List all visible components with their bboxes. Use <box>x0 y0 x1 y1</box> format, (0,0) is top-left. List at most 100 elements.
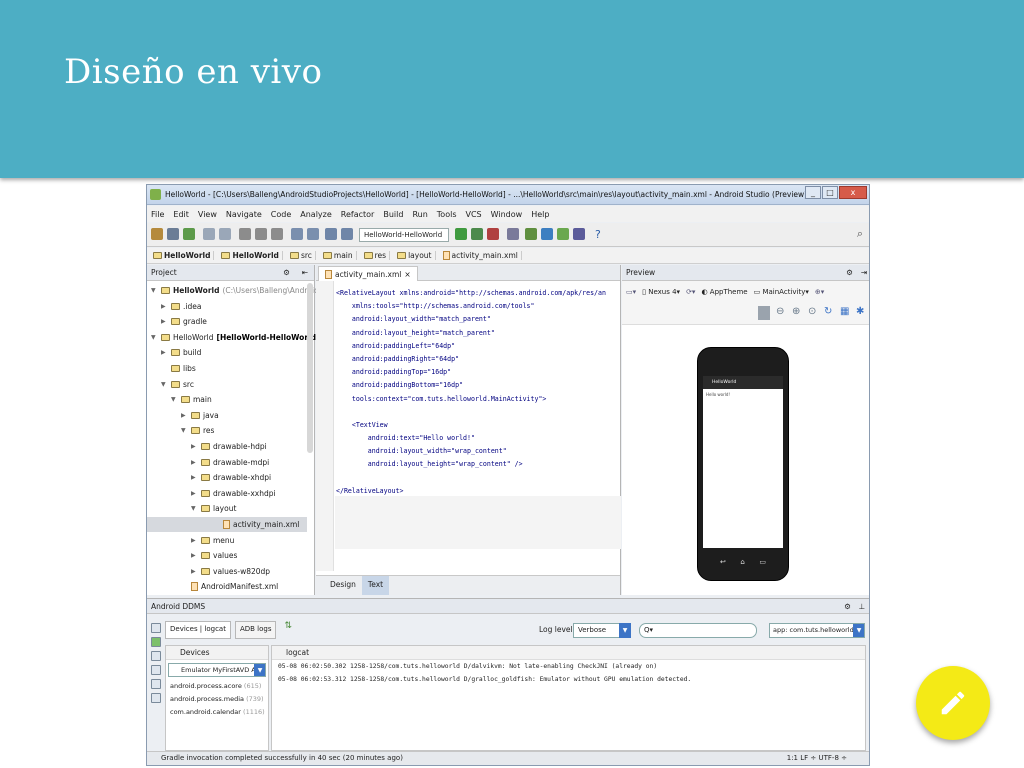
gradle-sync-icon[interactable] <box>573 228 585 240</box>
help-icon[interactable]: ? <box>595 228 601 241</box>
undo-icon[interactable] <box>203 228 215 240</box>
tree-item[interactable]: ▼ layout <box>191 501 236 516</box>
code-line[interactable]: tools:context="com.tuts.helloworld.MainA… <box>336 393 606 406</box>
tree-item[interactable]: ▶ drawable-xxhdpi <box>191 486 276 501</box>
code-line[interactable]: android:layout_width="wrap_content" <box>336 445 606 458</box>
restore-layout-icon[interactable]: ⇅ <box>280 621 292 639</box>
gear-icon[interactable]: ⚙ <box>846 265 853 280</box>
tree-item[interactable]: ▶ build <box>161 345 201 360</box>
settings-icon[interactable] <box>151 679 161 689</box>
cut-icon[interactable] <box>239 228 251 240</box>
tree-item[interactable]: ▶ menu <box>191 533 234 548</box>
expand-arrow-icon[interactable]: ▶ <box>191 486 198 501</box>
locale-icon[interactable]: ⊕▾ <box>815 288 824 296</box>
tab-devices-logcat[interactable]: Devices | logcat <box>165 621 231 639</box>
stop-icon[interactable] <box>487 228 499 240</box>
back-icon[interactable] <box>325 228 337 240</box>
project-scrollbar[interactable] <box>307 283 313 453</box>
breadcrumb-item[interactable]: res <box>361 251 391 260</box>
expand-arrow-icon[interactable]: ▶ <box>191 455 198 470</box>
menu-build[interactable]: Build <box>383 210 403 219</box>
settings-icon[interactable]: ✱ <box>856 306 864 317</box>
screenshot-icon[interactable]: ▦ <box>840 306 849 317</box>
menu-vcs[interactable]: VCS <box>466 210 482 219</box>
structure-icon[interactable] <box>507 228 519 240</box>
menu-help[interactable]: Help <box>531 210 549 219</box>
process-item[interactable]: android.process.media (739) <box>166 693 268 706</box>
file-encoding[interactable]: UTF-8 ÷ <box>819 754 848 762</box>
menu-navigate[interactable]: Navigate <box>226 210 262 219</box>
menu-analyze[interactable]: Analyze <box>300 210 332 219</box>
code-line[interactable]: </RelativeLayout> <box>336 485 606 498</box>
hide-icon[interactable]: ⇤ <box>302 265 308 280</box>
expand-arrow-icon[interactable]: ▶ <box>181 408 188 423</box>
process-item[interactable]: com.android.calendar (1116) <box>166 706 268 719</box>
tab-design[interactable]: Design <box>324 576 362 595</box>
code-line[interactable]: android:layout_height="match_parent" <box>336 327 606 340</box>
zoom-fit-icon[interactable] <box>758 306 770 320</box>
activity-select[interactable]: ▭ MainActivity▾ <box>754 288 809 296</box>
tree-item[interactable]: ▼ HelloWorld [HelloWorld-HelloWorld] <box>151 330 319 345</box>
gear-icon[interactable]: ⚙ <box>283 265 290 280</box>
code-line[interactable]: xmlns:tools="http://schemas.android.com/… <box>336 300 606 313</box>
menu-refactor[interactable]: Refactor <box>341 210 375 219</box>
avd-manager-icon[interactable] <box>541 228 553 240</box>
menu-file[interactable]: File <box>151 210 164 219</box>
breadcrumb-item[interactable]: layout <box>394 251 436 260</box>
hide-icon[interactable]: ⇥ <box>861 265 867 280</box>
tree-item[interactable]: ▼ res <box>181 423 214 438</box>
expand-arrow-icon[interactable]: ▶ <box>161 345 168 360</box>
tree-item[interactable]: ▶ values <box>191 548 237 563</box>
save-icon[interactable] <box>167 228 179 240</box>
theme-select[interactable]: ◐ AppTheme <box>701 288 747 296</box>
replace-icon[interactable] <box>307 228 319 240</box>
expand-arrow-icon[interactable]: ▶ <box>191 548 198 563</box>
breadcrumb-item[interactable]: src <box>287 251 316 260</box>
config-icon[interactable]: ▭▾ <box>626 288 636 296</box>
line-separator[interactable]: LF ÷ <box>800 754 816 762</box>
expand-arrow-icon[interactable]: ▼ <box>151 283 158 298</box>
breadcrumb-item[interactable]: HelloWorld <box>150 251 215 260</box>
hello-textview[interactable]: Hello world! <box>703 389 783 400</box>
gear-icon[interactable]: ⚙ <box>844 599 851 614</box>
open-icon[interactable] <box>151 228 163 240</box>
device-select[interactable]: Emulator MyFirstAVD A ▼ <box>168 663 266 677</box>
tree-item[interactable]: ▶ .idea <box>161 299 201 314</box>
run-icon[interactable] <box>455 228 467 240</box>
help-icon[interactable] <box>151 693 161 703</box>
search-everywhere-icon[interactable]: ⌕ <box>857 227 863 241</box>
zoom-in-icon[interactable]: ⊕ <box>792 306 800 317</box>
log-level-select[interactable]: Verbose ▼ <box>573 623 631 638</box>
code-text[interactable]: <RelativeLayout xmlns:android="http://sc… <box>336 287 606 498</box>
menu-code[interactable]: Code <box>271 210 291 219</box>
expand-arrow-icon[interactable]: ▶ <box>161 299 168 314</box>
tree-item[interactable]: AndroidManifest.xml <box>181 579 278 594</box>
tab-text[interactable]: Text <box>361 576 390 595</box>
android-icon[interactable] <box>151 637 161 647</box>
breadcrumb-item[interactable]: main <box>320 251 357 260</box>
hide-icon[interactable]: ⊥ <box>858 599 865 614</box>
tree-item[interactable]: ▶ values-w820dp <box>191 564 270 579</box>
code-line[interactable]: android:paddingBottom="16dp" <box>336 379 606 392</box>
menu-tools[interactable]: Tools <box>437 210 457 219</box>
run-configuration-select[interactable]: HelloWorld-HelloWorld <box>359 228 449 242</box>
expand-arrow-icon[interactable]: ▼ <box>181 423 188 438</box>
menu-window[interactable]: Window <box>491 210 523 219</box>
close-tab-icon[interactable]: × <box>404 268 410 281</box>
edit-fab-button[interactable] <box>916 666 990 740</box>
expand-arrow-icon[interactable]: ▶ <box>191 470 198 485</box>
zoom-actual-icon[interactable]: ⊙ <box>808 306 816 317</box>
android-monitor-icon[interactable] <box>557 228 569 240</box>
expand-arrow-icon[interactable]: ▶ <box>191 439 198 454</box>
project-panel-header[interactable]: Project ⚙ ⇤ <box>147 265 314 281</box>
app-filter-select[interactable]: app: com.tuts.helloworld ▼ <box>769 623 865 638</box>
tree-item[interactable]: libs <box>161 361 196 376</box>
orientation-icon[interactable]: ⟳▾ <box>686 288 695 296</box>
code-line[interactable] <box>336 472 606 485</box>
paste-icon[interactable] <box>271 228 283 240</box>
project-view-select[interactable]: Project <box>151 268 177 277</box>
expand-arrow-icon[interactable]: ▼ <box>161 377 168 392</box>
expand-arrow-icon[interactable]: ▶ <box>191 564 198 579</box>
code-line[interactable] <box>336 406 606 419</box>
tree-item[interactable]: ▶ drawable-mdpi <box>191 455 269 470</box>
